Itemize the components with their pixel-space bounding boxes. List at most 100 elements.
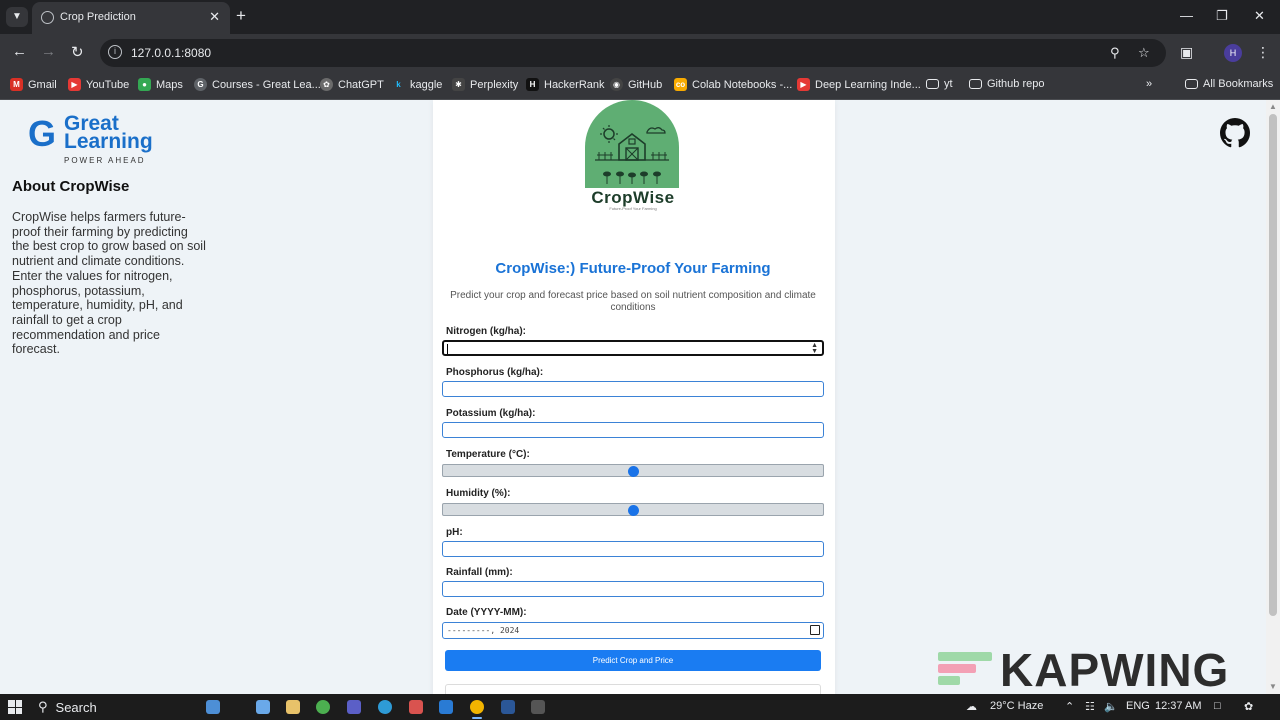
word-icon[interactable] xyxy=(501,700,515,714)
date-input[interactable]: ---------, 2024 xyxy=(442,622,824,639)
browser-toolbar: ← → ↻ i 127.0.0.1:8080 ⚲ ☆ ▣ H ⋮ xyxy=(0,34,1280,72)
folder-icon xyxy=(1185,79,1198,89)
bookmark-item[interactable]: H HackerRank xyxy=(526,78,605,91)
scroll-down-arrow-icon[interactable]: ▼ xyxy=(1269,682,1277,691)
menu-icon[interactable]: ⋮ xyxy=(1256,44,1270,61)
vscode-icon[interactable] xyxy=(439,700,453,714)
bookmark-star-icon[interactable]: ☆ xyxy=(1138,45,1150,61)
file-explorer-icon[interactable] xyxy=(286,700,300,714)
temperature-slider[interactable] xyxy=(442,464,824,477)
scrollbar-thumb[interactable] xyxy=(1269,114,1277,616)
github-icon[interactable] xyxy=(1220,118,1250,148)
logo-tagline: POWER AHEAD xyxy=(64,156,146,165)
clock[interactable]: 12:37 AM xyxy=(1155,700,1201,712)
youtube-icon: ▶ xyxy=(68,78,81,91)
rainfall-label: Rainfall (mm): xyxy=(446,567,513,578)
bookmark-item[interactable]: ✱ Perplexity xyxy=(452,78,518,91)
bookmark-item[interactable]: M Gmail xyxy=(10,78,57,91)
app-icon[interactable] xyxy=(347,700,361,714)
cropwise-emblem xyxy=(585,100,679,188)
temperature-slider-thumb[interactable] xyxy=(627,466,639,477)
google-icon: G xyxy=(194,78,207,91)
barn-icon xyxy=(595,125,669,184)
watermark-text: KAPWING xyxy=(1000,644,1230,696)
tab-title: Crop Prediction xyxy=(60,11,136,23)
url-text[interactable]: 127.0.0.1:8080 xyxy=(131,46,211,60)
minimize-button[interactable]: — xyxy=(1180,8,1193,23)
scroll-up-arrow-icon[interactable]: ▲ xyxy=(1269,102,1277,111)
close-window-button[interactable]: ✕ xyxy=(1254,8,1265,24)
phosphorus-label: Phosphorus (kg/ha): xyxy=(446,367,544,378)
browser-tab-bar: ▼ Crop Prediction ✕ + — ❐ ✕ xyxy=(0,0,1280,34)
perplexity-icon: ✱ xyxy=(452,78,465,91)
bookmark-item[interactable]: G Courses - Great Lea... xyxy=(194,78,321,91)
cropwise-logo: CropWise Future-Proof Your Farming xyxy=(585,100,681,216)
folder-icon xyxy=(969,79,982,89)
hackerrank-icon: H xyxy=(526,78,539,91)
network-icon[interactable]: ☷ xyxy=(1085,700,1095,713)
date-value[interactable]: ---------, 2024 xyxy=(447,626,519,635)
forward-button[interactable]: → xyxy=(41,43,56,60)
phosphorus-input[interactable] xyxy=(442,381,824,397)
bookmark-folder[interactable]: Github repo xyxy=(969,78,1044,90)
weather-text[interactable]: 29°C Haze xyxy=(990,700,1043,712)
bookmark-item[interactable]: k kaggle xyxy=(392,78,442,91)
kaggle-icon: k xyxy=(396,80,401,89)
search-icon: ⚲ xyxy=(38,699,48,714)
browser-tab[interactable]: Crop Prediction ✕ xyxy=(32,2,230,34)
notification-icon[interactable]: □ xyxy=(1214,700,1221,712)
bookmark-item[interactable]: ● Maps xyxy=(138,78,183,91)
terminal-icon[interactable] xyxy=(531,700,545,714)
nitrogen-input[interactable]: ▲ ▼ xyxy=(442,340,824,356)
all-bookmarks[interactable]: All Bookmarks xyxy=(1185,78,1273,90)
chrome-active-icon[interactable] xyxy=(470,700,484,719)
date-label: Date (YYYY-MM): xyxy=(446,607,527,618)
ph-label: pH: xyxy=(446,527,463,538)
language-indicator[interactable]: ENG xyxy=(1126,700,1150,712)
reload-button[interactable]: ↻ xyxy=(71,43,84,61)
calendar-icon[interactable] xyxy=(810,625,820,635)
widgets-icon[interactable] xyxy=(206,700,220,714)
back-button[interactable]: ← xyxy=(12,43,27,60)
git-icon[interactable] xyxy=(409,700,423,714)
bookmark-item[interactable]: ▶ Deep Learning Inde... xyxy=(797,78,921,91)
logo-line2: Learning xyxy=(64,130,153,153)
more-bookmarks-icon[interactable]: » xyxy=(1146,78,1152,90)
chrome-icon[interactable] xyxy=(316,700,330,714)
page-content: G Great Learning POWER AHEAD About CropW… xyxy=(0,100,1266,694)
profile-avatar[interactable]: H xyxy=(1224,44,1242,62)
copilot-icon[interactable] xyxy=(256,700,270,714)
about-text: CropWise helps farmers future-proof thei… xyxy=(12,210,206,357)
prediction-card: CropWise Future-Proof Your Farming CropW… xyxy=(433,100,835,694)
humidity-slider-thumb[interactable] xyxy=(627,505,639,516)
bookmark-item[interactable]: ▶ YouTube xyxy=(68,78,129,91)
zoom-icon[interactable]: ⚲ xyxy=(1110,45,1120,61)
taskbar-search[interactable]: ⚲ Search xyxy=(38,699,97,715)
tab-search-button[interactable]: ▼ xyxy=(6,7,28,27)
extensions-icon[interactable]: ▣ xyxy=(1180,44,1193,61)
ph-input[interactable] xyxy=(442,541,824,557)
volume-icon[interactable]: 🔈 xyxy=(1104,700,1118,713)
edge-icon[interactable] xyxy=(378,700,392,714)
tray-chevron-icon[interactable]: ⌃ xyxy=(1065,700,1074,713)
page-scrollbar[interactable]: ▲ ▼ xyxy=(1266,100,1280,694)
close-tab-icon[interactable]: ✕ xyxy=(209,9,220,25)
predict-button[interactable]: Predict Crop and Price xyxy=(445,650,821,671)
bookmark-item[interactable]: ✿ ChatGPT xyxy=(320,78,384,91)
rainfall-input[interactable] xyxy=(442,581,824,597)
humidity-slider[interactable] xyxy=(442,503,824,516)
number-spinner-icon[interactable]: ▲ ▼ xyxy=(811,342,818,355)
maps-icon: ● xyxy=(138,78,151,91)
weather-icon[interactable]: ☁ xyxy=(966,700,977,713)
potassium-input[interactable] xyxy=(442,422,824,438)
address-bar[interactable]: i 127.0.0.1:8080 ⚲ ☆ xyxy=(100,39,1166,67)
site-info-icon[interactable]: i xyxy=(108,45,122,59)
new-tab-button[interactable]: + xyxy=(236,6,246,26)
copilot-tray-icon[interactable]: ✿ xyxy=(1244,700,1253,713)
windows-start-icon[interactable] xyxy=(8,700,22,714)
bookmark-item[interactable]: ◉ GitHub xyxy=(610,78,662,91)
bookmark-item[interactable]: co Colab Notebooks -... xyxy=(674,78,792,91)
page-subtitle: Predict your crop and forecast price bas… xyxy=(450,290,816,313)
maximize-button[interactable]: ❐ xyxy=(1216,8,1228,24)
bookmark-folder[interactable]: yt xyxy=(926,78,953,90)
